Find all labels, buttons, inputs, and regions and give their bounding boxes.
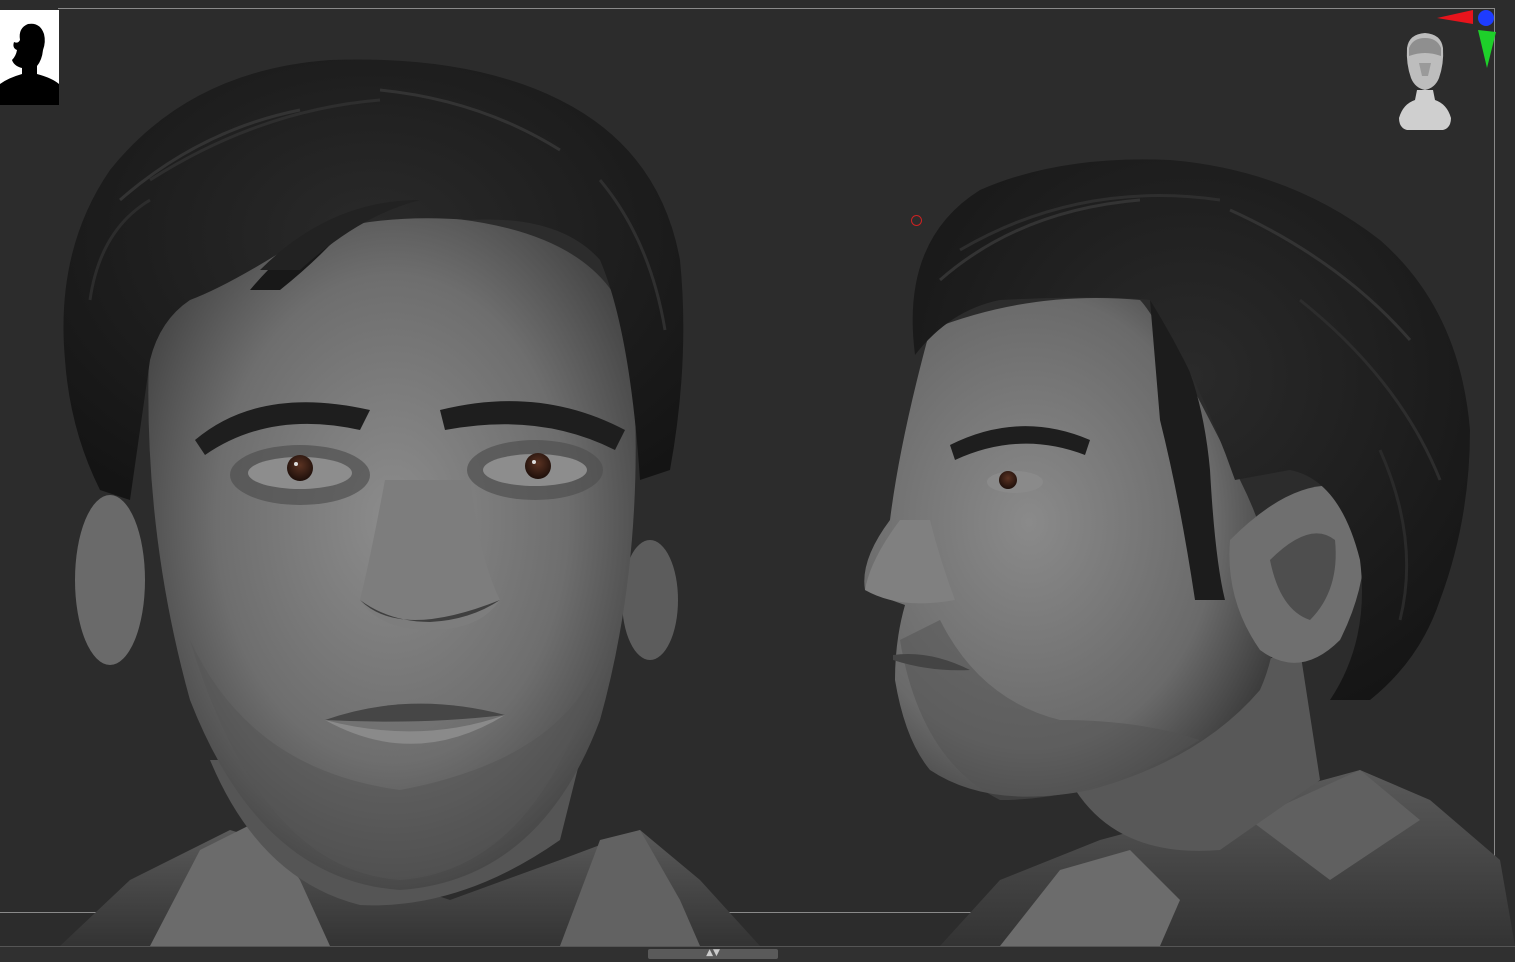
brush-cursor <box>911 215 922 226</box>
tray-toggle-arrows[interactable]: ▲▼ <box>700 947 726 959</box>
silhouette-icon <box>0 23 59 105</box>
front-view <box>60 59 760 946</box>
sculpt-render <box>60 59 1515 946</box>
zbrush-viewport[interactable]: ▲▼ <box>0 0 1515 962</box>
reference-thumbnail[interactable] <box>0 10 59 105</box>
bottom-tray-bar[interactable]: ▲▼ <box>0 946 1515 962</box>
head-gizmo-icon <box>1399 10 1496 130</box>
navigation-gizmo[interactable] <box>1395 8 1500 133</box>
side-view <box>864 159 1515 946</box>
